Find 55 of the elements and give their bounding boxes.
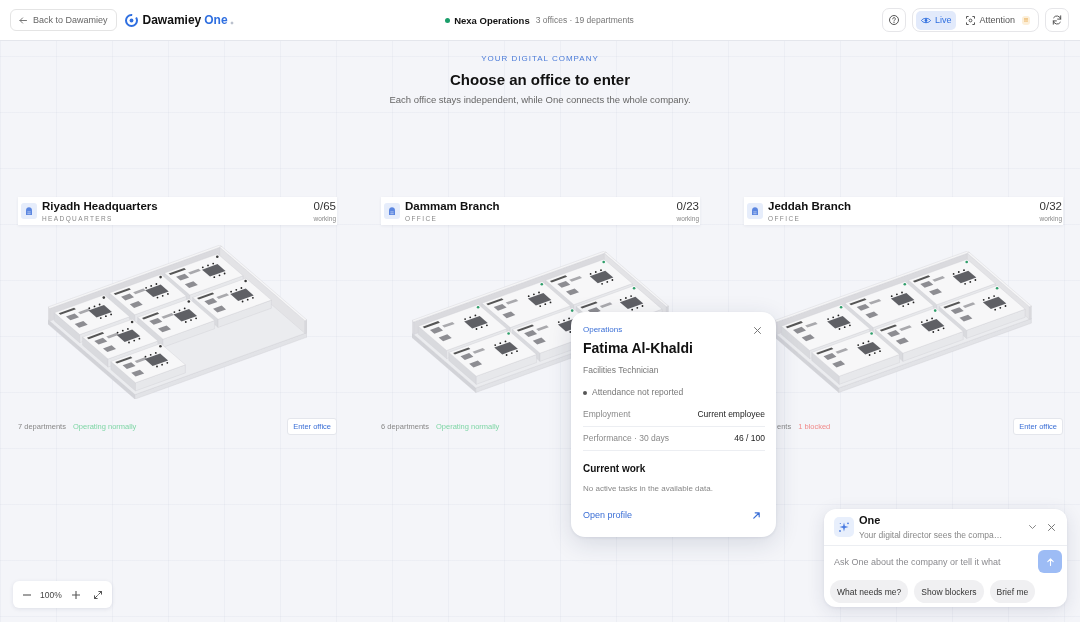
sparkle-icon (834, 517, 854, 537)
minus-icon[interactable] (23, 593, 31, 596)
person-name: Fatima Al-Khaldi (583, 339, 694, 357)
help-icon (888, 15, 899, 25)
suggestion-chip[interactable]: Show blockers (914, 580, 984, 603)
chevron-down-icon[interactable] (1029, 525, 1036, 529)
building-icon (384, 203, 400, 219)
brand-name: Dawamiey (142, 13, 202, 27)
product-name: One (204, 13, 228, 27)
working-count: 0/65 (313, 199, 336, 213)
close-icon[interactable] (754, 326, 761, 334)
page-subtitle: Each office stays independent, while One connects the whole company. (389, 94, 691, 106)
eye-icon (920, 16, 931, 24)
open-profile-link[interactable]: Open profile (583, 509, 633, 521)
suggestion-chip[interactable]: What needs me? (830, 580, 909, 603)
department-label: Operations (583, 325, 623, 335)
assistant-subtitle: Your digital director sees the compa… (859, 529, 1004, 541)
building-icon (21, 203, 37, 219)
help-button[interactable] (881, 8, 906, 32)
fact-label: Employment (583, 409, 631, 420)
working-count: 0/23 (676, 199, 699, 213)
section-title: Current work (583, 463, 647, 475)
ring-icon (124, 13, 138, 27)
arrow-up-icon (1046, 557, 1054, 566)
back-button[interactable]: Back to Dawamiey (10, 9, 117, 31)
section-text: No active tasks in the available data. (583, 483, 714, 494)
page-title: Choose an office to enter (450, 70, 630, 90)
person-role: Facilities Technician (583, 365, 660, 376)
building-icon (747, 203, 763, 219)
section-eyebrow: YOUR DIGITAL COMPANY (481, 54, 599, 64)
suggestion-chip[interactable]: Brief me (989, 580, 1036, 603)
scan-icon (966, 15, 976, 25)
fact-value: Current employee (697, 409, 765, 420)
refresh-button[interactable] (1045, 8, 1069, 32)
arrow-left-icon (19, 16, 27, 24)
message-field[interactable]: Ask One about the company or tell it what (834, 550, 1034, 573)
working-count: 0/32 (1039, 199, 1062, 213)
status-dot-icon (445, 17, 451, 23)
company-summary: 3 offices · 19 departments (535, 15, 634, 25)
office-name: Dammam Branch (405, 199, 501, 213)
refresh-icon (1052, 15, 1062, 25)
attendance-status: Attendance not reported (592, 387, 684, 398)
zoom-level: 100% (40, 589, 62, 600)
fact-value: 46 / 100 (734, 433, 765, 444)
company-name: Nexa Operations (454, 14, 530, 26)
arrow-icon (753, 511, 760, 519)
office-name: Riyadh Headquarters (42, 199, 159, 213)
office-name: Jeddah Branch (768, 199, 853, 213)
expand-icon[interactable] (94, 590, 102, 599)
plus-icon[interactable] (71, 590, 80, 599)
status-dot-icon (583, 390, 587, 395)
assistant-title: One (859, 513, 882, 527)
close-icon[interactable] (1048, 523, 1055, 531)
fact-label: Performance · 30 days (583, 433, 669, 444)
mode-tab[interactable]: Live (915, 10, 957, 30)
